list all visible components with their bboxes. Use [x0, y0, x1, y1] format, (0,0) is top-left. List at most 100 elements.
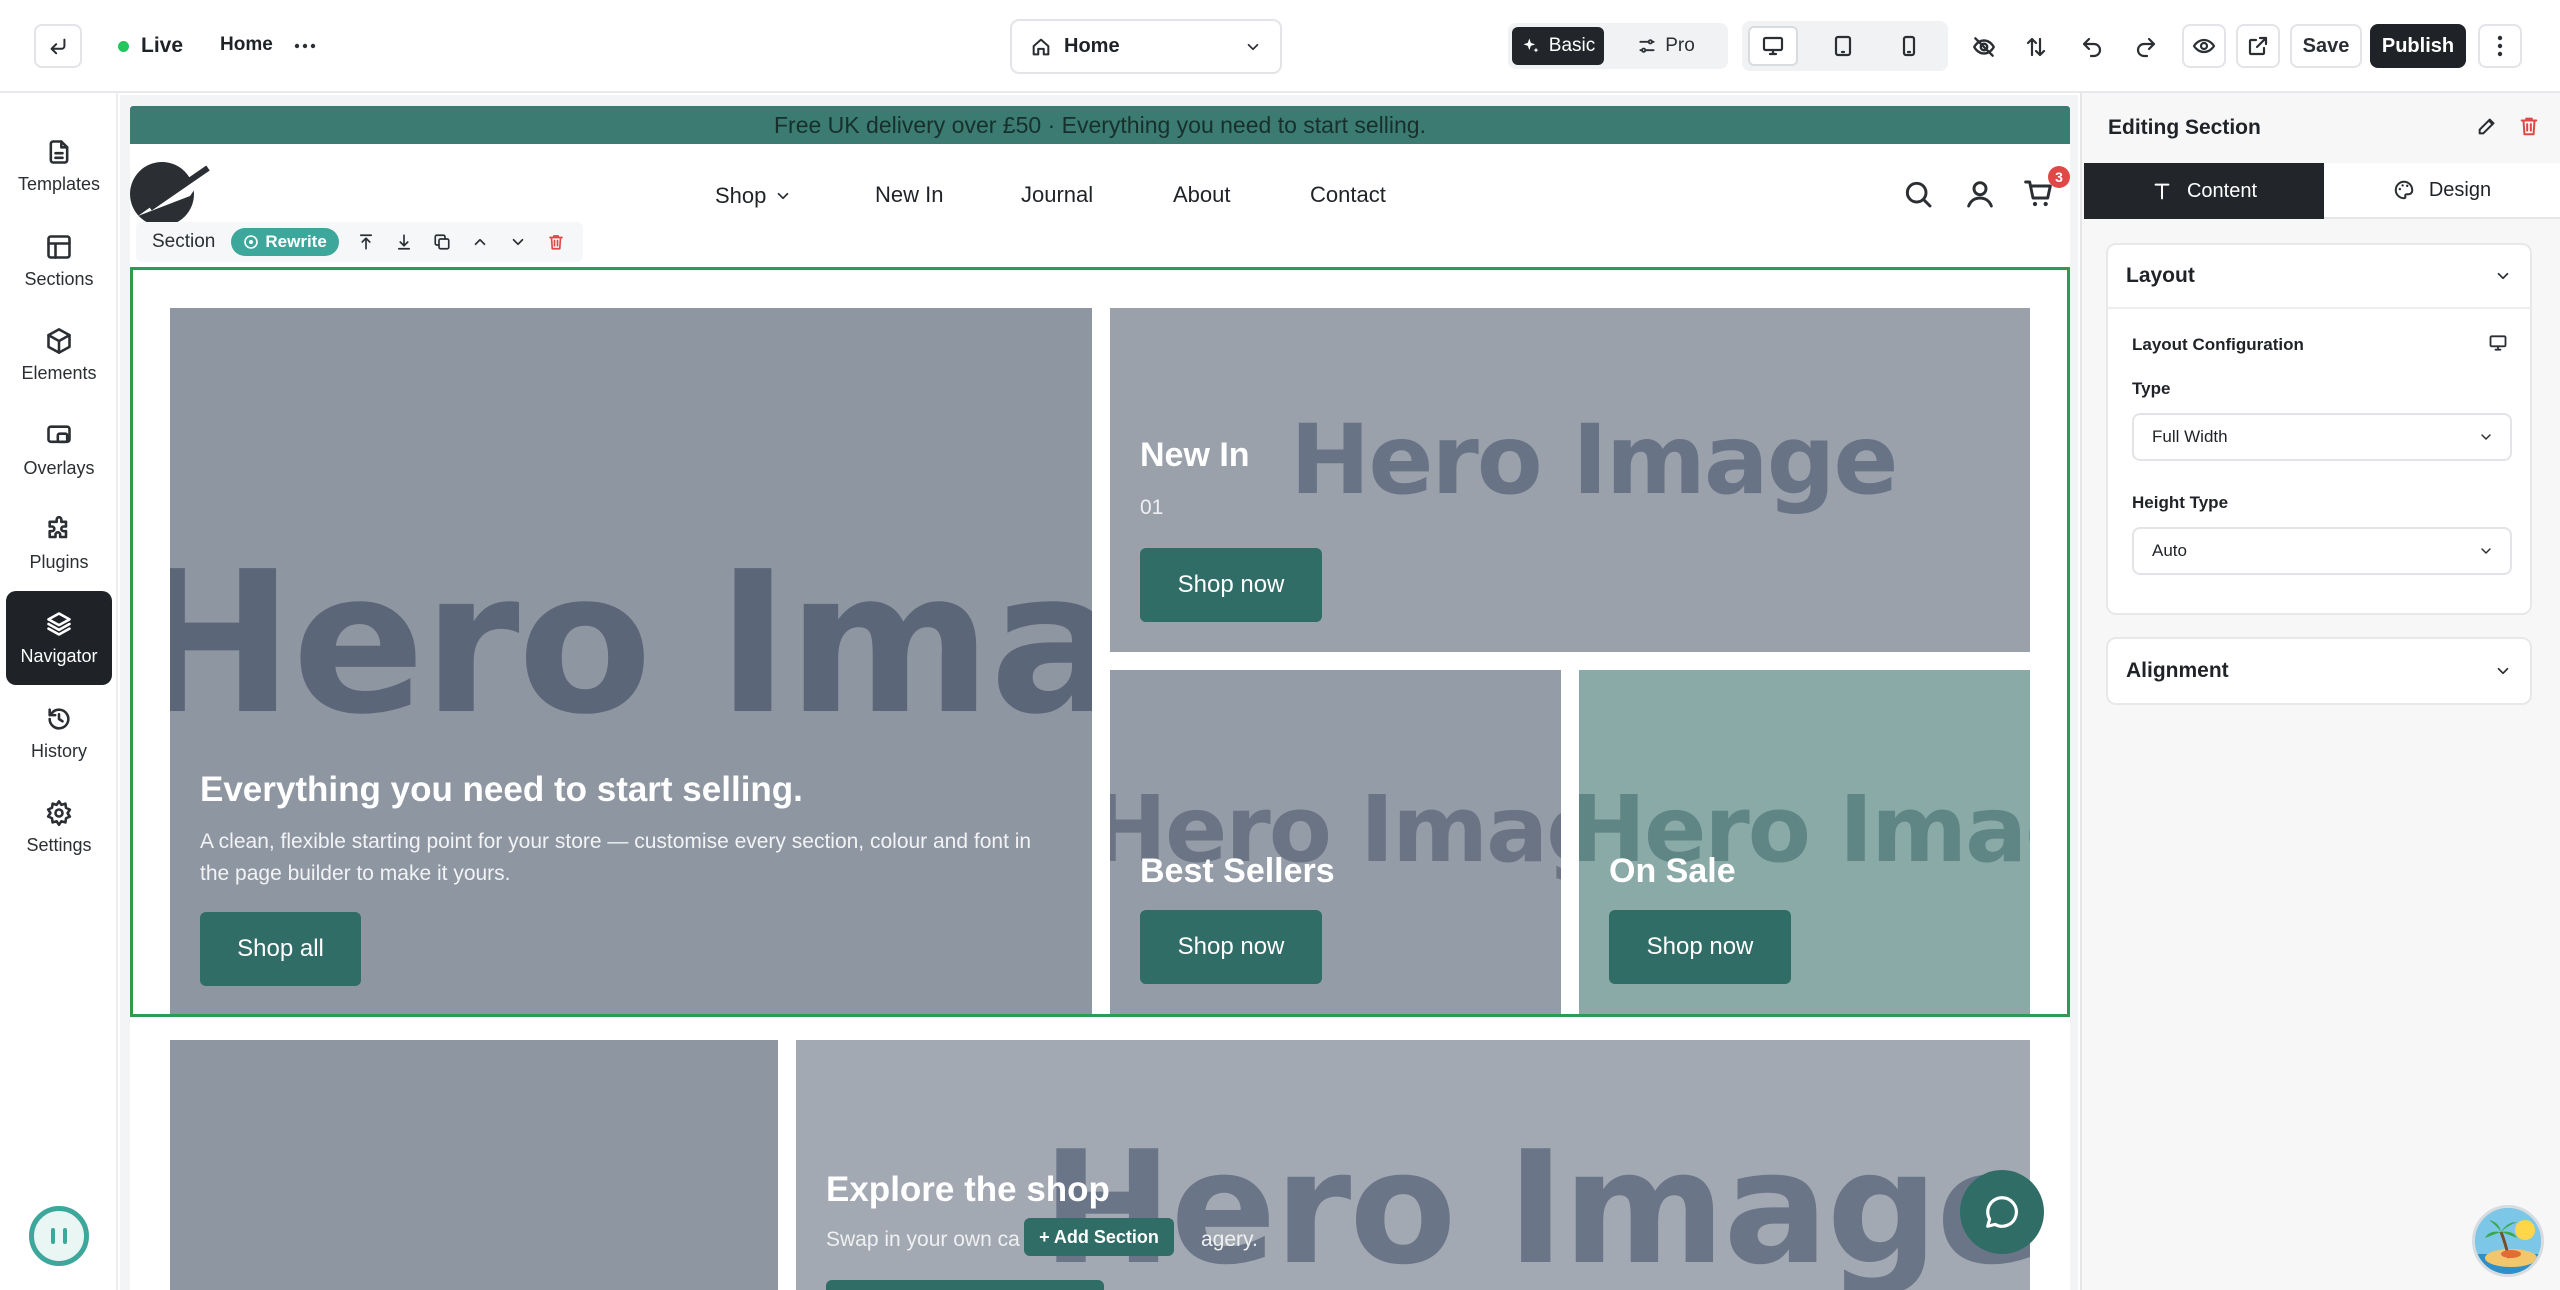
live-status: Live: [118, 30, 183, 62]
add-section-label: + Add Section: [1039, 1226, 1159, 1247]
sidebar-item-plugins[interactable]: Plugins: [6, 497, 112, 591]
tab-content-label: Content: [2186, 179, 2258, 202]
tile-new-in-title: New In: [1140, 436, 1250, 474]
tile-on-sale-shop-button[interactable]: Shop now: [1609, 910, 1791, 984]
save-label: Save: [2302, 34, 2350, 57]
site-search-button[interactable]: [1902, 178, 1934, 210]
desktop-view-button[interactable]: [1748, 26, 1798, 66]
undo-icon: [2082, 37, 2102, 58]
nav-new-in[interactable]: New In: [875, 182, 943, 208]
preview-button[interactable]: [2182, 24, 2226, 68]
page-breadcrumb[interactable]: Home: [220, 34, 273, 56]
sidebar-item-elements[interactable]: Elements: [6, 308, 112, 402]
reorder-button[interactable]: [2016, 27, 2056, 67]
menu-button[interactable]: [2478, 24, 2522, 68]
sidebar-item-settings[interactable]: Settings: [6, 780, 112, 874]
publish-label: Publish: [2381, 34, 2455, 57]
site-preview: Free UK delivery over £50 · Everything y…: [130, 106, 2070, 1290]
redo-button[interactable]: [2126, 27, 2166, 67]
hide-elements-button[interactable]: [1964, 27, 2004, 67]
copy-icon: [434, 234, 450, 250]
hero-section[interactable]: Hero Image Everything you need to start …: [130, 268, 2070, 1016]
rewrite-button[interactable]: Rewrite: [231, 228, 339, 256]
tile-new-in-shop-button[interactable]: Shop now: [1140, 548, 1322, 622]
tile-best-sellers-shop-button[interactable]: Shop now: [1140, 910, 1322, 984]
nav-journal[interactable]: Journal: [1021, 182, 1093, 208]
panel-title: Editing Section: [2108, 116, 2261, 139]
alignment-card[interactable]: Alignment: [2106, 637, 2532, 705]
mobile-view-button[interactable]: [1884, 26, 1934, 66]
explore-left-tile: [170, 1040, 778, 1290]
move-down-button[interactable]: [505, 228, 531, 256]
shop-all-button[interactable]: Shop all: [200, 912, 361, 986]
ai-rewrite-icon: [244, 235, 259, 249]
alignment-heading: Alignment: [2126, 659, 2229, 682]
sidebar-item-sections[interactable]: Sections: [6, 214, 112, 308]
rewrite-label: Rewrite: [265, 232, 327, 251]
tile-on-sale-title: On Sale: [1609, 852, 1736, 890]
more-options-button[interactable]: [290, 32, 320, 60]
sidebar-item-templates[interactable]: Templates: [6, 119, 112, 213]
height-type-select[interactable]: Auto: [2132, 527, 2512, 575]
ellipsis-icon: [294, 43, 316, 49]
chevron-down-icon: [1247, 43, 1259, 50]
sidebar-item-label: Plugins: [29, 551, 89, 572]
sidebar-item-history[interactable]: History: [6, 686, 112, 780]
sidebar-item-label: Overlays: [23, 457, 95, 478]
page-selector[interactable]: Home: [1010, 19, 1282, 74]
hero-placeholder-text: Hero Image: [170, 530, 1092, 758]
eye-icon: [2192, 38, 2216, 54]
rename-section-button[interactable]: [2476, 115, 2498, 137]
tablet-icon: [1834, 35, 1852, 57]
sort-arrows-icon: [2026, 37, 2046, 57]
mode-basic-label: Basic: [1548, 35, 1596, 56]
phone-icon: [1902, 35, 1916, 57]
responsive-device-button[interactable]: [2488, 333, 2508, 353]
nav-about[interactable]: About: [1173, 182, 1231, 208]
palette-icon: [2394, 180, 2414, 200]
chevron-down-icon: [512, 238, 524, 246]
sidebar-item-overlays[interactable]: Overlays: [6, 403, 112, 497]
chat-bubble-icon: [1986, 1196, 2018, 1228]
chat-button[interactable]: [1960, 1170, 2044, 1254]
mode-basic-button[interactable]: Basic: [1512, 27, 1604, 65]
page-selector-label: Home: [1064, 35, 1120, 57]
site-logo[interactable]: [130, 156, 220, 226]
sparkle-icon: [1523, 38, 1539, 53]
add-section-button[interactable]: + Add Section: [1024, 1218, 1174, 1256]
tab-content[interactable]: Content: [2084, 163, 2324, 219]
tab-design[interactable]: Design: [2324, 163, 2560, 219]
hero-body: A clean, flexible starting point for you…: [200, 830, 1032, 885]
overlay-icon: [47, 424, 71, 443]
nav-shop-label: Shop: [715, 183, 767, 208]
avatar[interactable]: [2472, 1205, 2544, 1277]
nav-contact[interactable]: Contact: [1310, 182, 1386, 208]
delete-section-button[interactable]: [543, 228, 569, 256]
assistant-button[interactable]: [29, 1206, 89, 1266]
publish-button[interactable]: Publish: [2370, 24, 2466, 68]
island-avatar-icon: [2475, 1208, 2541, 1274]
height-type-value: Auto: [2152, 541, 2187, 560]
sidebar-item-navigator[interactable]: Navigator: [6, 591, 112, 685]
nav-shop[interactable]: Shop: [715, 178, 792, 214]
sliders-icon: [1639, 39, 1655, 53]
back-button[interactable]: [34, 24, 82, 68]
duplicate-section-button[interactable]: [429, 228, 455, 256]
explore-button[interactable]: [826, 1280, 1104, 1290]
type-label: Type: [2132, 379, 2171, 398]
type-select[interactable]: Full Width: [2132, 413, 2512, 461]
return-arrow-icon: [50, 38, 66, 55]
right-panel: Editing Section Content Design Layout La…: [2080, 93, 2560, 1290]
move-up-button[interactable]: [467, 228, 493, 256]
top-bar: Live Home Home Basic Pro Save Publish: [0, 0, 2560, 93]
save-button[interactable]: Save: [2290, 24, 2362, 68]
account-button[interactable]: [1964, 178, 1996, 210]
move-to-bottom-button[interactable]: [391, 228, 417, 256]
open-live-button[interactable]: [2236, 24, 2280, 68]
tablet-view-button[interactable]: [1818, 26, 1868, 66]
delete-panel-button[interactable]: [2518, 115, 2540, 137]
layout-header[interactable]: Layout: [2108, 245, 2530, 309]
undo-button[interactable]: [2072, 27, 2112, 67]
mode-pro-button[interactable]: Pro: [1616, 27, 1716, 65]
move-to-top-button[interactable]: [353, 228, 379, 256]
